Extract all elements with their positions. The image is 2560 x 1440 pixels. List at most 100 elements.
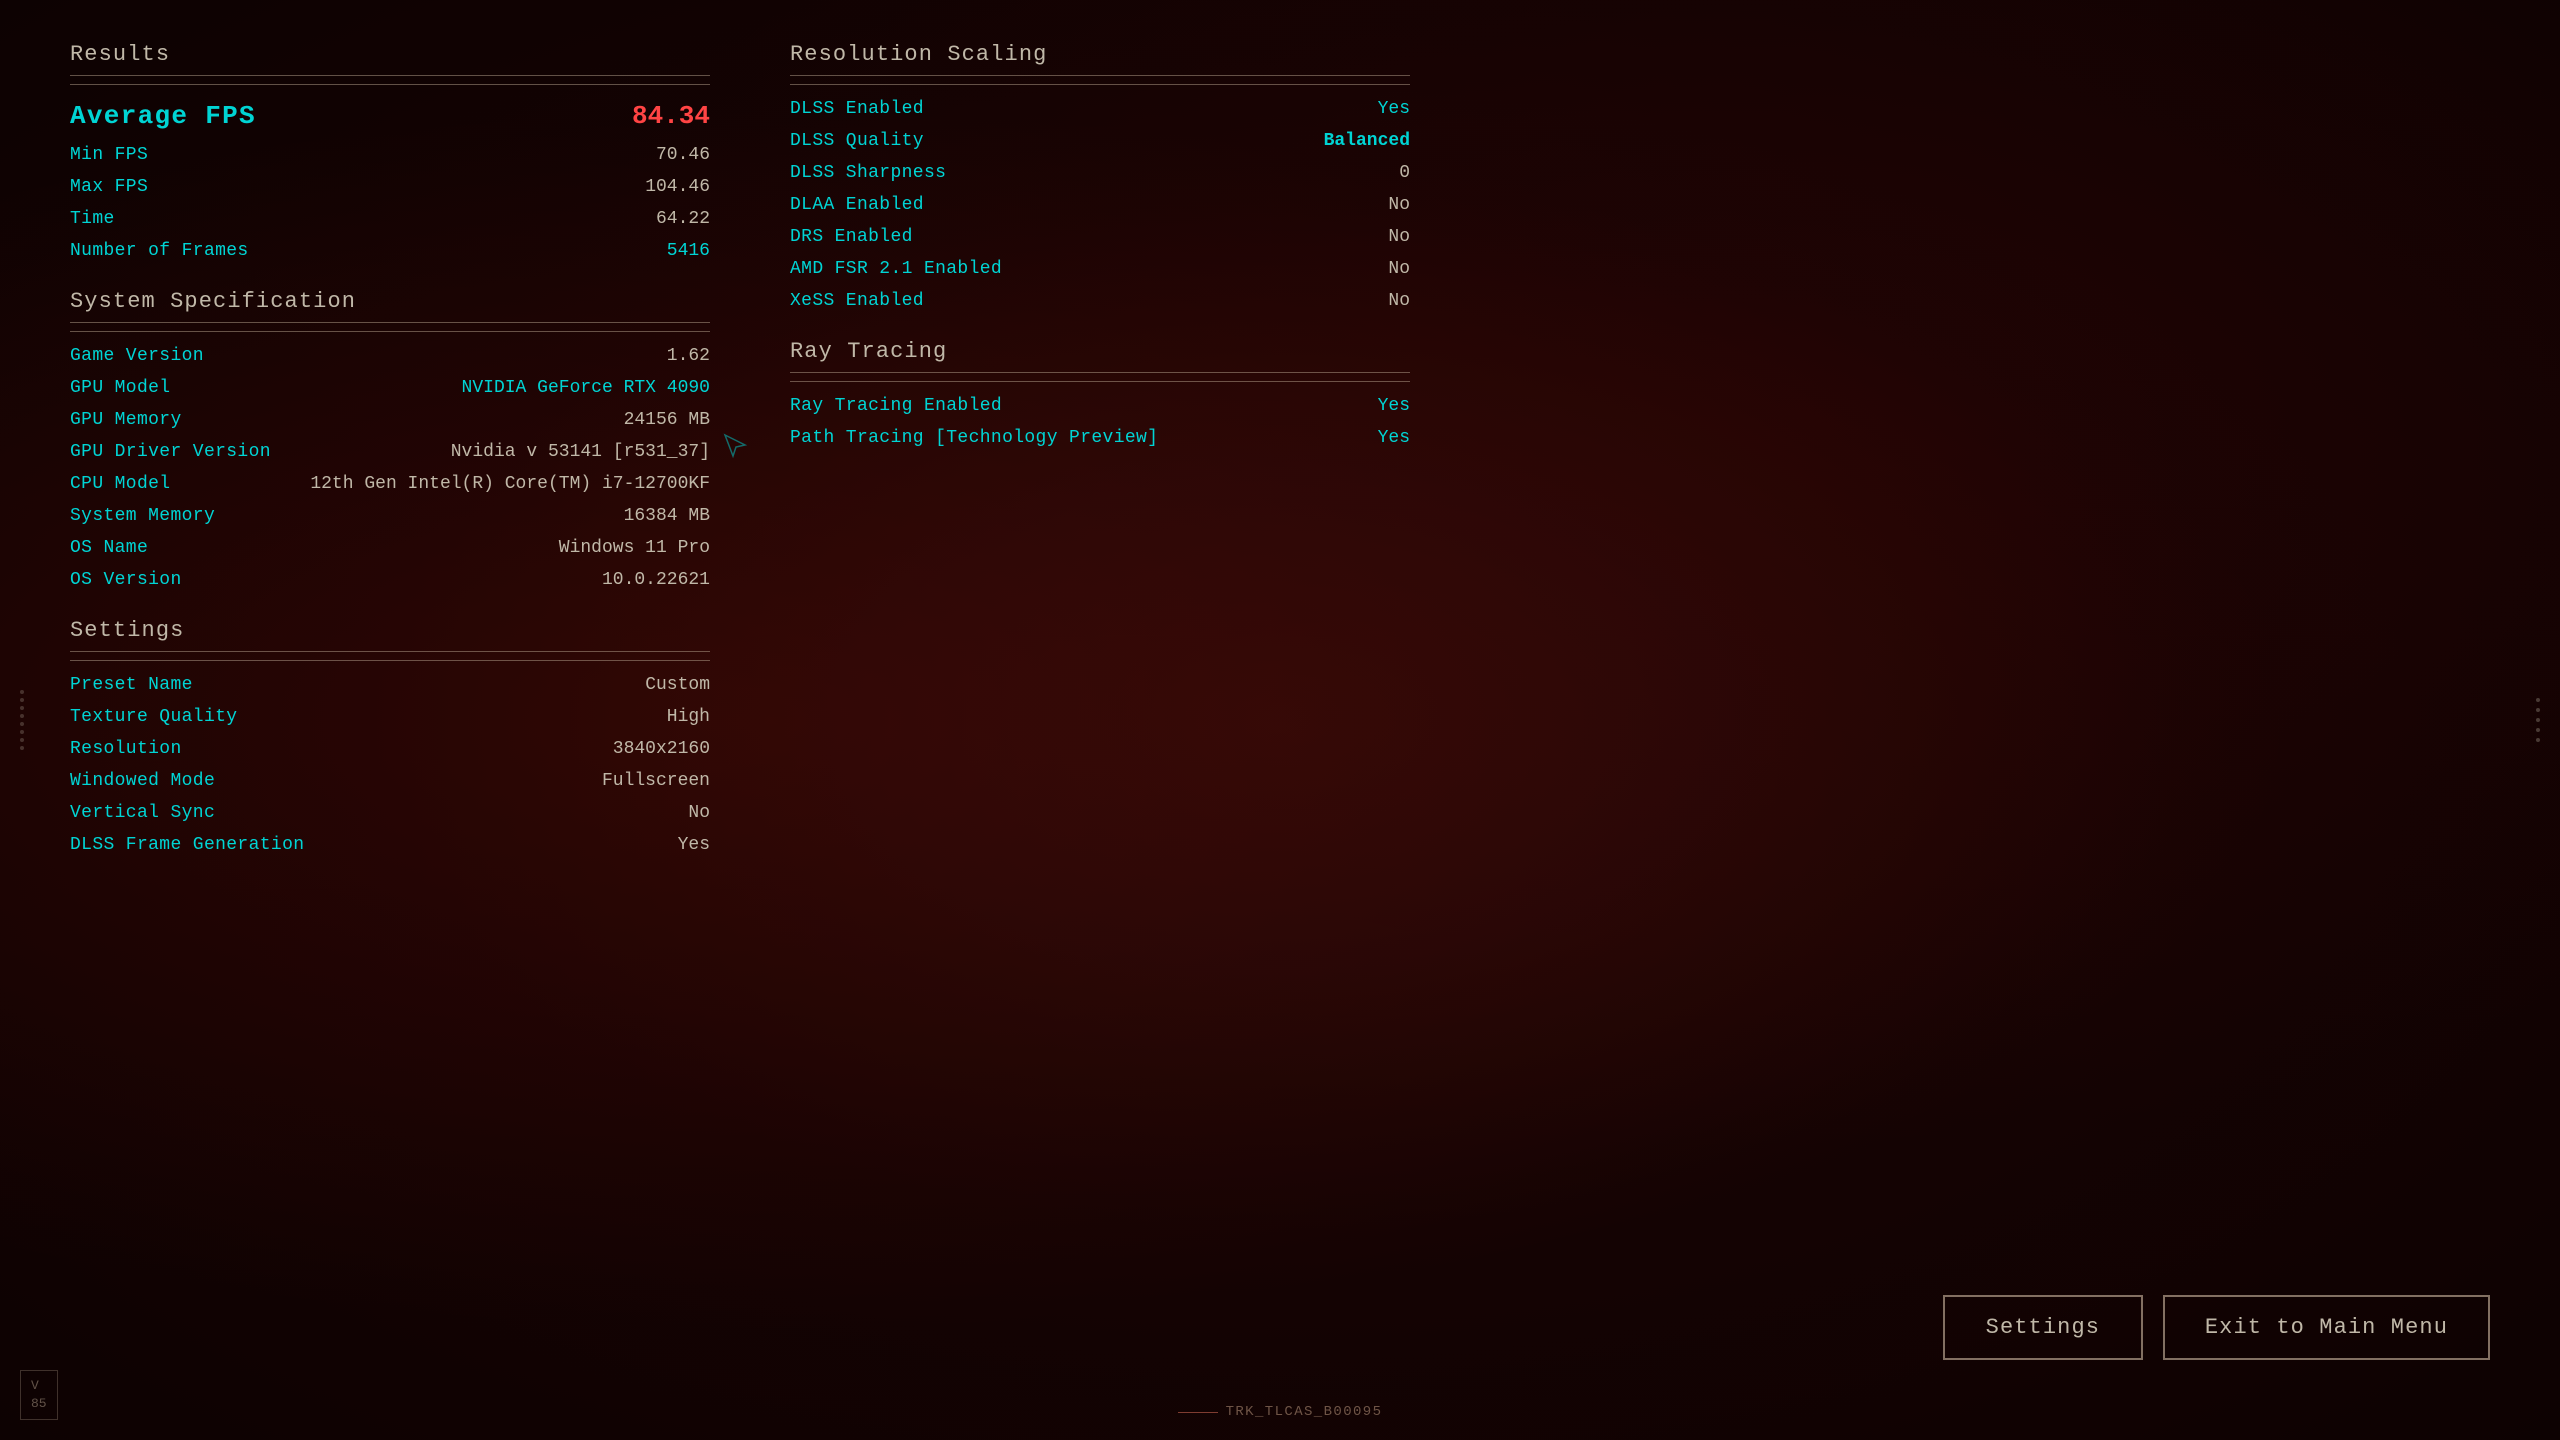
buttons-area: Settings Exit to Main Menu xyxy=(1943,1295,2490,1360)
resolution-scaling-header: Resolution Scaling xyxy=(790,30,1410,76)
results-section: Results Average FPS 84.34 Min FPS 70.46 … xyxy=(70,30,710,267)
os-version-row: OS Version 10.0.22621 xyxy=(70,564,710,596)
system-header: System Specification xyxy=(70,277,710,323)
preset-name-label: Preset Name xyxy=(70,675,193,695)
texture-quality-value: High xyxy=(667,707,710,727)
ray-tracing-enabled-value: Yes xyxy=(1378,396,1410,416)
ray-tracing-enabled-label: Ray Tracing Enabled xyxy=(790,396,1002,416)
resolution-label: Resolution xyxy=(70,739,182,759)
frames-value: 5416 xyxy=(667,241,710,261)
gpu-driver-label: GPU Driver Version xyxy=(70,442,271,462)
xess-enabled-value: No xyxy=(1388,291,1410,311)
game-version-value: 1.62 xyxy=(667,346,710,366)
ray-tracing-enabled-row: Ray Tracing Enabled Yes xyxy=(790,390,1410,422)
version-badge: V 85 xyxy=(20,1370,58,1420)
left-decorative-dots xyxy=(20,690,24,750)
ray-tracing-section: Ray Tracing Ray Tracing Enabled Yes Path… xyxy=(790,327,1410,454)
resolution-scaling-divider xyxy=(790,84,1410,85)
vsync-label: Vertical Sync xyxy=(70,803,215,823)
dlss-sharpness-value: 0 xyxy=(1399,163,1410,183)
frames-row: Number of Frames 5416 xyxy=(70,235,710,267)
resolution-scaling-section: Resolution Scaling DLSS Enabled Yes DLSS… xyxy=(790,30,1410,317)
time-label: Time xyxy=(70,209,115,229)
settings-title: Settings xyxy=(70,618,184,643)
exit-to-main-menu-button[interactable]: Exit to Main Menu xyxy=(2163,1295,2490,1360)
resolution-scaling-title: Resolution Scaling xyxy=(790,42,1047,67)
average-fps-row: Average FPS 84.34 xyxy=(70,93,710,139)
ray-tracing-divider xyxy=(790,381,1410,382)
drs-enabled-row: DRS Enabled No xyxy=(790,221,1410,253)
min-fps-label: Min FPS xyxy=(70,145,148,165)
dlss-quality-label: DLSS Quality xyxy=(790,131,924,151)
decorative-dots xyxy=(2536,698,2540,742)
preset-name-value: Custom xyxy=(645,675,710,695)
game-version-row: Game Version 1.62 xyxy=(70,340,710,372)
dlss-sharpness-label: DLSS Sharpness xyxy=(790,163,946,183)
os-name-value: Windows 11 Pro xyxy=(559,538,710,558)
right-panel: Resolution Scaling DLSS Enabled Yes DLSS… xyxy=(790,30,1410,1410)
cpu-model-row: CPU Model 12th Gen Intel(R) Core(TM) i7-… xyxy=(70,468,710,500)
drs-enabled-value: No xyxy=(1388,227,1410,247)
version-label: V xyxy=(31,1378,39,1393)
windowed-mode-value: Fullscreen xyxy=(602,771,710,791)
system-memory-label: System Memory xyxy=(70,506,215,526)
time-row: Time 64.22 xyxy=(70,203,710,235)
dlaa-enabled-label: DLAA Enabled xyxy=(790,195,924,215)
system-divider xyxy=(70,331,710,332)
windowed-mode-row: Windowed Mode Fullscreen xyxy=(70,765,710,797)
ray-tracing-title: Ray Tracing xyxy=(790,339,947,364)
gpu-memory-value: 24156 MB xyxy=(624,410,710,430)
gpu-driver-value: Nvidia v 53141 [r531_37] xyxy=(451,442,710,462)
version-number: 85 xyxy=(31,1396,47,1411)
os-name-row: OS Name Windows 11 Pro xyxy=(70,532,710,564)
cpu-model-value: 12th Gen Intel(R) Core(TM) i7-12700KF xyxy=(310,474,710,494)
track-id: TRK_TLCAS_B00095 xyxy=(1178,1404,1383,1420)
gpu-model-row: GPU Model NVIDIA GeForce RTX 4090 xyxy=(70,372,710,404)
left-panel: Results Average FPS 84.34 Min FPS 70.46 … xyxy=(70,30,710,1410)
average-fps-label: Average FPS xyxy=(70,101,256,131)
results-divider xyxy=(70,84,710,85)
max-fps-row: Max FPS 104.46 xyxy=(70,171,710,203)
dlss-enabled-value: Yes xyxy=(1378,99,1410,119)
xess-enabled-label: XeSS Enabled xyxy=(790,291,924,311)
path-tracing-row: Path Tracing [Technology Preview] Yes xyxy=(790,422,1410,454)
gpu-memory-row: GPU Memory 24156 MB xyxy=(70,404,710,436)
ray-tracing-header: Ray Tracing xyxy=(790,327,1410,373)
drs-enabled-label: DRS Enabled xyxy=(790,227,913,247)
amd-fsr-value: No xyxy=(1388,259,1410,279)
frames-label: Number of Frames xyxy=(70,241,249,261)
dlaa-enabled-value: No xyxy=(1388,195,1410,215)
dlss-enabled-row: DLSS Enabled Yes xyxy=(790,93,1410,125)
vsync-value: No xyxy=(688,803,710,823)
dlss-quality-value: Balanced xyxy=(1324,131,1410,151)
xess-enabled-row: XeSS Enabled No xyxy=(790,285,1410,317)
path-tracing-value: Yes xyxy=(1378,428,1410,448)
os-name-label: OS Name xyxy=(70,538,148,558)
max-fps-value: 104.46 xyxy=(645,177,710,197)
preset-name-row: Preset Name Custom xyxy=(70,669,710,701)
settings-header: Settings xyxy=(70,606,710,652)
dlss-enabled-label: DLSS Enabled xyxy=(790,99,924,119)
resolution-row: Resolution 3840x2160 xyxy=(70,733,710,765)
results-title: Results xyxy=(70,42,170,67)
amd-fsr-label: AMD FSR 2.1 Enabled xyxy=(790,259,1002,279)
vsync-row: Vertical Sync No xyxy=(70,797,710,829)
system-memory-row: System Memory 16384 MB xyxy=(70,500,710,532)
track-id-text: TRK_TLCAS_B00095 xyxy=(1226,1404,1383,1420)
windowed-mode-label: Windowed Mode xyxy=(70,771,215,791)
settings-section: Settings Preset Name Custom Texture Qual… xyxy=(70,606,710,861)
resolution-value: 3840x2160 xyxy=(613,739,710,759)
system-section: System Specification Game Version 1.62 G… xyxy=(70,277,710,596)
bottom-bar: TRK_TLCAS_B00095 xyxy=(0,1404,2560,1420)
dlss-quality-row: DLSS Quality Balanced xyxy=(790,125,1410,157)
dlss-framegen-row: DLSS Frame Generation Yes xyxy=(70,829,710,861)
system-title: System Specification xyxy=(70,289,356,314)
dlaa-enabled-row: DLAA Enabled No xyxy=(790,189,1410,221)
texture-quality-row: Texture Quality High xyxy=(70,701,710,733)
max-fps-label: Max FPS xyxy=(70,177,148,197)
results-header: Results xyxy=(70,30,710,76)
cursor-icon xyxy=(720,430,750,460)
settings-divider xyxy=(70,660,710,661)
settings-button[interactable]: Settings xyxy=(1943,1295,2143,1360)
min-fps-value: 70.46 xyxy=(656,145,710,165)
